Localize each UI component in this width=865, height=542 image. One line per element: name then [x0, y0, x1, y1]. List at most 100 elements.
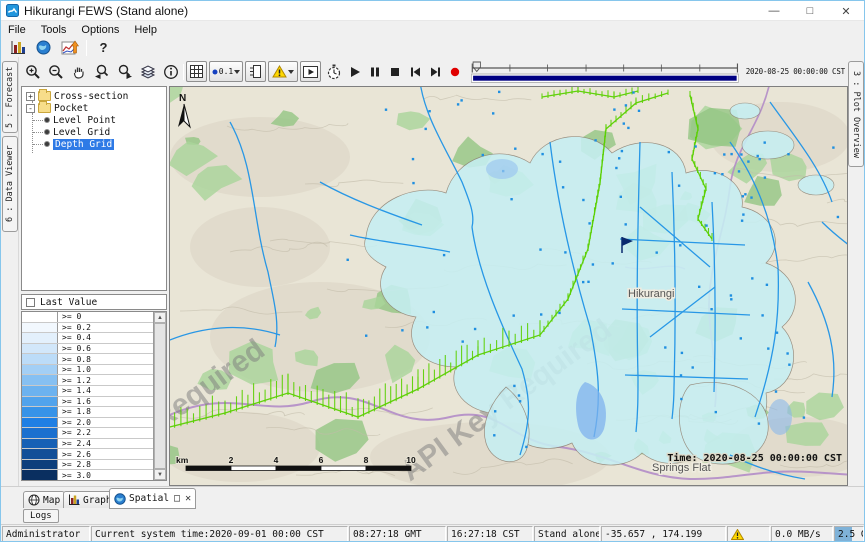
- play-icon: [349, 66, 361, 78]
- pause-button[interactable]: [366, 63, 384, 81]
- threshold-dropdown[interactable]: 0.1: [209, 61, 243, 82]
- last-value-checkbox[interactable]: [26, 298, 35, 307]
- menu-options[interactable]: Options: [81, 24, 119, 36]
- pan-button[interactable]: [68, 61, 89, 82]
- tab-data-viewer[interactable]: 6 : Data Viewer: [2, 136, 18, 232]
- legend-color-swatch: [22, 333, 58, 343]
- stop-button[interactable]: [386, 63, 404, 81]
- tab-graph-label: Graph: [83, 495, 112, 506]
- help-icon: ?: [100, 40, 108, 55]
- legend-row: >= 2.6: [22, 449, 153, 460]
- close-button[interactable]: ✕: [828, 1, 864, 21]
- timeseries-display-button[interactable]: [60, 39, 79, 56]
- legend-color-swatch: [22, 418, 58, 428]
- warning-dropdown[interactable]: [268, 61, 298, 82]
- toolbar-separator: [183, 64, 184, 80]
- minimize-button[interactable]: —: [756, 1, 792, 21]
- time-slider[interactable]: [469, 60, 741, 84]
- tree-node-label: Pocket: [54, 103, 88, 114]
- profile-display-button[interactable]: [245, 61, 266, 82]
- north-label: N: [179, 93, 186, 104]
- tab-forecast[interactable]: 5 : Forecast: [2, 61, 18, 133]
- chevron-down-icon: [234, 70, 240, 74]
- spatial-display-button[interactable]: [34, 39, 53, 56]
- zoom-next-icon: [117, 64, 133, 80]
- menu-help[interactable]: Help: [134, 24, 157, 36]
- scale-tick-label: 8: [364, 455, 369, 465]
- tab-spatial[interactable]: Spatial □ ✕: [109, 488, 196, 509]
- stop-icon: [389, 66, 401, 78]
- legend-color-swatch: [22, 449, 58, 459]
- animation-timer-button[interactable]: [323, 61, 344, 82]
- help-button[interactable]: ?: [94, 39, 113, 56]
- legend-row: >= 0.4: [22, 333, 153, 344]
- legend-row: >= 1.0: [22, 365, 153, 376]
- legend-label: >= 1.2: [58, 375, 91, 385]
- scrollbar-thumb[interactable]: [154, 323, 166, 469]
- scroll-down-icon[interactable]: ▼: [154, 469, 166, 480]
- legend-label: >= 2.4: [58, 439, 91, 449]
- scroll-up-icon[interactable]: ▲: [154, 312, 166, 323]
- tree-node-depth-grid[interactable]: Depth Grid: [22, 138, 166, 150]
- status-local-time: 16:27:18 CST: [447, 526, 533, 542]
- current-datetime-label: 2020-08-25 00:00:00 CST: [746, 67, 845, 76]
- legend-label: >= 0.8: [58, 354, 91, 364]
- memory-label: 2.5 GB: [838, 529, 864, 540]
- animation-player-button[interactable]: [300, 61, 321, 82]
- legend-table: >= 0>= 0.2>= 0.4>= 0.6>= 0.8>= 1.0>= 1.2…: [21, 311, 167, 481]
- step-back-button[interactable]: [406, 63, 424, 81]
- maximize-button[interactable]: □: [792, 1, 828, 21]
- legend-label: >= 1.4: [58, 386, 91, 396]
- zoom-out-button[interactable]: [45, 61, 66, 82]
- app-logo-icon: [6, 4, 19, 17]
- panel-close-icon[interactable]: ✕: [185, 493, 191, 504]
- hand-icon: [71, 64, 87, 80]
- tab-map-label: Map: [43, 495, 60, 506]
- info-button[interactable]: [160, 61, 181, 82]
- grid-icon: [190, 65, 203, 78]
- grid-toggle-button[interactable]: [186, 61, 207, 82]
- expand-icon[interactable]: +: [26, 92, 35, 101]
- menu-file[interactable]: File: [8, 24, 26, 36]
- chart-display-button[interactable]: [8, 39, 27, 56]
- zoom-previous-button[interactable]: [91, 61, 112, 82]
- collapse-icon[interactable]: -: [26, 104, 35, 113]
- spatial-globe-icon: [114, 493, 126, 505]
- status-warning-cell[interactable]: [727, 526, 770, 542]
- left-tab-strip: 5 : Forecast 6 : Data Viewer: [1, 57, 19, 486]
- scale-tick-label: 10: [406, 455, 416, 465]
- logs-button[interactable]: Logs: [23, 509, 59, 523]
- layers-button[interactable]: [137, 61, 158, 82]
- play-button[interactable]: [346, 63, 364, 81]
- map-globe-icon: [28, 494, 40, 506]
- legend-scrollbar[interactable]: ▲ ▼: [153, 312, 166, 480]
- legend-row: >= 1.2: [22, 375, 153, 386]
- timer-icon: [326, 64, 342, 80]
- zoom-next-button[interactable]: [114, 61, 135, 82]
- status-download-rate: 0.0 MB/s: [771, 526, 833, 542]
- record-button[interactable]: [446, 63, 464, 81]
- tree-node-level-grid[interactable]: Level Grid: [22, 126, 166, 138]
- legend-row: >= 0: [22, 312, 153, 323]
- status-bar: Administrator Current system time:2020-0…: [1, 524, 864, 542]
- legend-color-swatch: [22, 312, 58, 322]
- legend-row: >= 0.6: [22, 344, 153, 355]
- legend-row: >= 1.6: [22, 397, 153, 408]
- map-time-overlay: Time: 2020-08-25 00:00:00 CST: [667, 452, 842, 464]
- step-forward-button[interactable]: [426, 63, 444, 81]
- zoom-in-button[interactable]: [22, 61, 43, 82]
- bullet-icon: [44, 129, 50, 135]
- scale-tick-label: 2: [229, 455, 234, 465]
- tree-node-pocket[interactable]: - Pocket: [22, 102, 166, 114]
- tree-node-level-point[interactable]: Level Point: [22, 114, 166, 126]
- menu-tools[interactable]: Tools: [41, 24, 67, 36]
- tab-plot-overview[interactable]: 3 : Plot Overview: [848, 61, 864, 167]
- panel-restore-icon[interactable]: □: [174, 493, 180, 504]
- dot-icon: [212, 69, 218, 75]
- legend-label: >= 2.6: [58, 449, 91, 459]
- legend-label: >= 0.4: [58, 333, 91, 343]
- tab-map[interactable]: Map: [23, 491, 65, 509]
- map-view[interactable]: API Key Required API Key Required: [169, 86, 848, 486]
- legend-row: >= 2.2: [22, 428, 153, 439]
- legend-color-swatch: [22, 344, 58, 354]
